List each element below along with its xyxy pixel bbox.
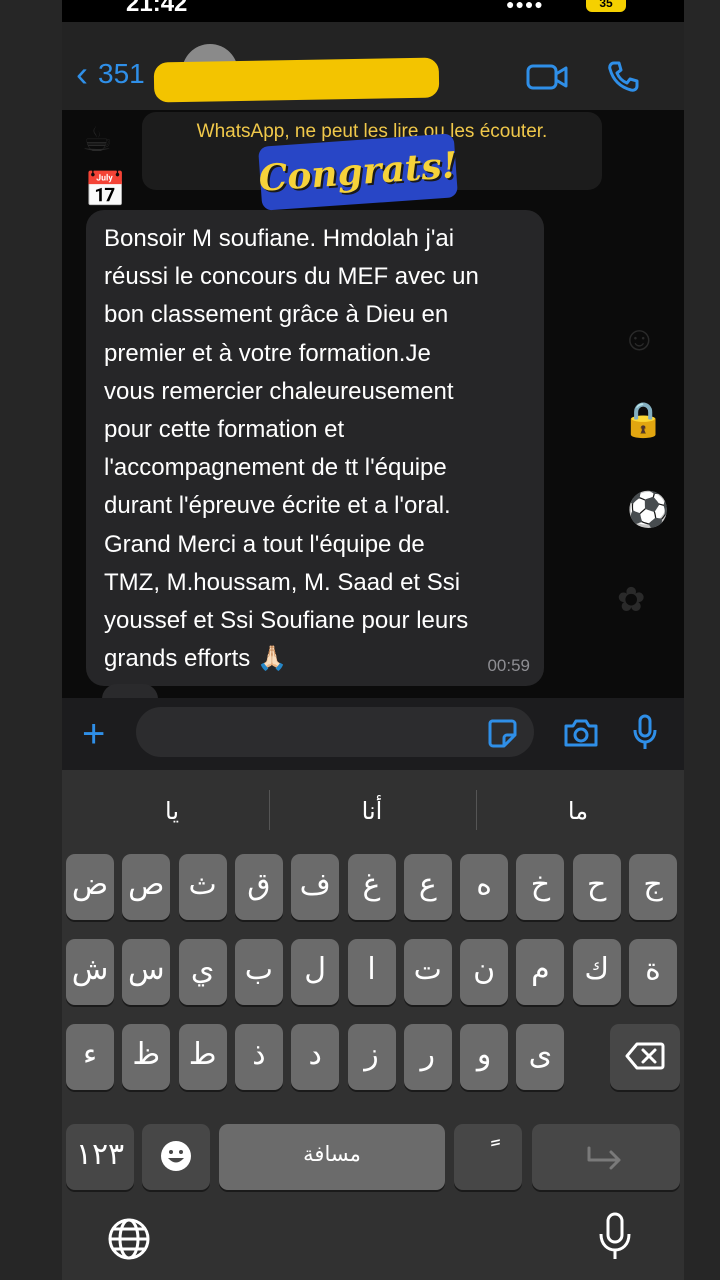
- microphone-icon[interactable]: [632, 714, 658, 752]
- message-bubble[interactable]: Bonsoir M soufiane. Hmdolah j'ai réussi …: [86, 210, 544, 686]
- key-row3-2[interactable]: ط: [178, 1024, 227, 1090]
- right-backdrop: [684, 0, 720, 1280]
- sticker-text: Congrats!: [257, 144, 459, 200]
- key-row3-1[interactable]: ظ: [122, 1024, 171, 1090]
- space-key[interactable]: مسافة: [219, 1124, 445, 1190]
- message-time: 00:59: [487, 656, 530, 675]
- doodle-icon: ☕: [82, 121, 113, 159]
- return-arrow-icon: [587, 1146, 621, 1170]
- phone-screen: 21:42 ●●●● 35 ‹ 351 ☕ 📅 ☺ 🔒 ⚽ ✿ ♫ WhatsA…: [62, 0, 684, 1280]
- reaction-badge[interactable]: [102, 684, 158, 698]
- key-row3-0[interactable]: ء: [66, 1024, 114, 1090]
- battery-badge: 35: [586, 0, 626, 12]
- doodle-icon: ☺: [622, 320, 657, 358]
- redaction-scribble: [153, 57, 440, 103]
- key-row2-9[interactable]: ك: [572, 939, 621, 1005]
- message-input[interactable]: [136, 707, 534, 757]
- plus-icon[interactable]: +: [82, 714, 105, 754]
- key-row2-2[interactable]: ي: [178, 939, 227, 1005]
- doodle-icon: ✿: [617, 581, 646, 619]
- suggestion-divider: [476, 790, 477, 830]
- key-row1-5[interactable]: غ: [347, 854, 396, 920]
- sticker-icon[interactable]: [486, 717, 518, 749]
- numbers-key[interactable]: ١٢٣: [66, 1124, 134, 1190]
- contact-number: 351: [98, 58, 145, 89]
- key-row3-6[interactable]: ر: [403, 1024, 452, 1090]
- message-text: Bonsoir M soufiane. Hmdolah j'ai réussi …: [104, 225, 479, 673]
- key-row3-7[interactable]: و: [460, 1024, 509, 1090]
- status-time: 21:42: [126, 0, 188, 17]
- key-row1-6[interactable]: ع: [403, 854, 452, 920]
- key-row2-5[interactable]: ا: [347, 939, 396, 1005]
- video-call-icon[interactable]: [526, 62, 568, 92]
- key-row2-7[interactable]: ن: [460, 939, 509, 1005]
- key-row1-3[interactable]: ق: [234, 854, 283, 920]
- key-row2-10[interactable]: ة: [629, 939, 677, 1005]
- key-row2-0[interactable]: ش: [66, 939, 114, 1005]
- dictation-mic-icon[interactable]: [598, 1212, 632, 1262]
- key-row1-7[interactable]: ه: [460, 854, 509, 920]
- left-backdrop: [0, 0, 62, 1280]
- camera-icon[interactable]: [562, 717, 600, 749]
- emoji-key[interactable]: [142, 1124, 210, 1190]
- key-row2-8[interactable]: م: [516, 939, 565, 1005]
- key-row3-3[interactable]: ذ: [234, 1024, 283, 1090]
- key-row1-2[interactable]: ث: [178, 854, 227, 920]
- suggestion-divider: [269, 790, 270, 830]
- doodle-icon: 📅: [84, 171, 127, 209]
- globe-icon[interactable]: [106, 1216, 152, 1262]
- suggestion-item[interactable]: ما: [498, 790, 658, 834]
- delete-key[interactable]: [610, 1024, 680, 1090]
- doodle-icon: ⚽: [627, 491, 670, 529]
- back-button[interactable]: ‹ 351: [76, 56, 145, 92]
- key-row1-0[interactable]: ض: [66, 854, 114, 920]
- input-bar: +: [62, 698, 684, 770]
- key-row3-8[interactable]: ى: [516, 1024, 565, 1090]
- key-row2-1[interactable]: س: [122, 939, 171, 1005]
- signal-icon: ●●●●: [506, 0, 544, 12]
- key-row1-9[interactable]: ح: [572, 854, 621, 920]
- key-row1-1[interactable]: ص: [122, 854, 171, 920]
- emoji-icon: [161, 1141, 191, 1171]
- suggestion-item[interactable]: يا: [92, 790, 252, 834]
- key-row2-3[interactable]: ب: [234, 939, 283, 1005]
- return-key[interactable]: [532, 1124, 680, 1190]
- voice-call-icon[interactable]: [606, 60, 640, 94]
- key-row1-4[interactable]: ف: [291, 854, 340, 920]
- chat-area: ☕ 📅 ☺ 🔒 ⚽ ✿ ♫ WhatsApp, ne peut les lire…: [62, 110, 684, 698]
- backspace-icon: [625, 1042, 665, 1070]
- key-row2-6[interactable]: ت: [403, 939, 452, 1005]
- key-row3-4[interactable]: د: [291, 1024, 340, 1090]
- suggestion-item[interactable]: أنا: [292, 790, 452, 834]
- status-bar: 21:42 ●●●● 35: [62, 0, 684, 22]
- key-row2-4[interactable]: ل: [291, 939, 340, 1005]
- key-row1-8[interactable]: خ: [516, 854, 565, 920]
- key-row3-5[interactable]: ز: [347, 1024, 396, 1090]
- key-row1-10[interactable]: ج: [629, 854, 677, 920]
- keyboard: يا أنا ما ١٢٣ مسافة ً: [62, 770, 684, 1280]
- chat-header: ‹ 351: [62, 22, 684, 110]
- doodle-icon: 🔒: [622, 401, 665, 439]
- chevron-left-icon: ‹: [76, 53, 88, 94]
- congrats-sticker: Congrats!: [257, 133, 459, 211]
- diacritics-key[interactable]: ً: [454, 1124, 522, 1190]
